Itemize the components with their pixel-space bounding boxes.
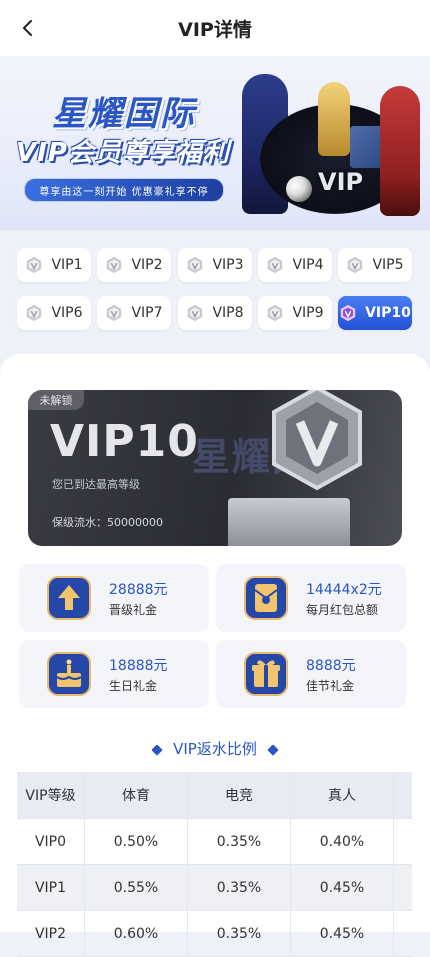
level-label: VIP7: [131, 305, 163, 321]
banner-title: 星耀国际: [52, 94, 196, 134]
table-row: VIP2 0.60% 0.35% 0.45%: [17, 911, 412, 957]
level-tab-vip7[interactable]: VIP7: [97, 296, 171, 330]
level-label: VIP3: [212, 257, 244, 273]
level-badge-icon: [340, 304, 356, 322]
table-row: VIP1 0.55% 0.35% 0.45%: [17, 865, 412, 911]
table-cell: 0.35%: [188, 865, 291, 910]
table-cell: 0.40%: [291, 819, 394, 864]
level-badge-icon: [188, 256, 203, 274]
gift-icon: [244, 652, 288, 696]
vip-level-title: VIP10: [50, 416, 199, 467]
retention-turnover: 保级流水：50000000: [52, 516, 163, 529]
perk-holiday-bonus: 8888元 佳节礼金: [216, 640, 406, 708]
page-title: VIP详情: [178, 18, 252, 41]
table-header-cell-overflow: [394, 772, 412, 818]
table-header-cell: 电竞: [188, 772, 291, 818]
level-label: VIP2: [131, 257, 163, 273]
table-header-row: VIP等级 体育 电竞 真人: [17, 772, 412, 819]
level-tab-vip4[interactable]: VIP4: [258, 248, 332, 282]
table-cell: 0.50%: [85, 819, 188, 864]
arrow-up-icon: [47, 576, 91, 620]
table-cell: 0.35%: [188, 819, 291, 864]
diamond-icon: [267, 743, 279, 756]
vip-badge-icon: [272, 390, 362, 491]
level-label: VIP9: [292, 305, 324, 321]
level-badge-icon: [107, 304, 122, 322]
level-label: VIP8: [212, 305, 244, 321]
level-tab-vip5[interactable]: VIP5: [338, 248, 412, 282]
level-tab-vip8[interactable]: VIP8: [178, 296, 252, 330]
football-icon: [286, 176, 312, 202]
table-header-cell: VIP等级: [17, 772, 85, 818]
level-label: VIP1: [51, 257, 83, 273]
perk-amount: 18888元: [109, 658, 168, 674]
level-label: VIP4: [292, 257, 324, 273]
banner-slogan: 尊享由这一刻开始 优惠豪礼享不停: [24, 178, 224, 202]
top-bar: VIP详情: [0, 0, 430, 56]
level-label: VIP6: [51, 305, 83, 321]
trophy-icon: [318, 82, 350, 156]
back-button[interactable]: [14, 14, 42, 42]
table-cell: 0.45%: [291, 911, 394, 956]
table-cell: 0.35%: [188, 911, 291, 956]
table-cell: VIP2: [17, 911, 85, 956]
table-row: VIP0 0.50% 0.35% 0.40%: [17, 819, 412, 865]
rebate-section-title: VIP返水比例: [0, 738, 430, 759]
rebate-table: VIP等级 体育 电竞 真人 VIP0 0.50% 0.35% 0.40% VI…: [17, 772, 412, 957]
table-cell: VIP1: [17, 865, 85, 910]
red-envelope-icon: [244, 576, 288, 620]
table-cell: 0.55%: [85, 865, 188, 910]
perk-label: 每月红包总额: [306, 603, 379, 617]
table-cell: 0.60%: [85, 911, 188, 956]
perk-label: 生日礼金: [109, 679, 158, 693]
vip-level-card: 星耀国际 未解锁 VIP10 您已到达最高等级 保级流水：50000000: [28, 390, 402, 546]
level-tab-vip9[interactable]: VIP9: [258, 296, 332, 330]
table-cell: VIP0: [17, 819, 85, 864]
table-cell: 0.45%: [291, 865, 394, 910]
level-badge-icon: [27, 256, 42, 274]
level-badge-icon: [348, 256, 363, 274]
table-cell-overflow: [394, 911, 412, 956]
banner-subtitle: VIP会员尊享福利: [16, 138, 230, 168]
perk-amount: 14444x2元: [306, 582, 382, 598]
level-badge-icon: [188, 304, 203, 322]
perk-promotion-bonus: 28888元 晋级礼金: [19, 564, 209, 632]
perk-label: 佳节礼金: [306, 679, 355, 693]
level-selector: VIP1 VIP2 VIP3 VIP4 VIP5 VIP6 VIP7 VIP8 …: [0, 230, 430, 354]
banner-vip-mark: VIP: [318, 168, 364, 196]
table-header-cell: 真人: [291, 772, 394, 818]
lock-status-badge: 未解锁: [28, 390, 84, 410]
vip-detail-panel: 星耀国际 未解锁 VIP10 您已到达最高等级 保级流水：50000000 28…: [0, 354, 430, 957]
level-badge-icon: [268, 304, 283, 322]
vip-level-subtitle: 您已到达最高等级: [52, 478, 140, 491]
chevron-left-icon: [22, 20, 32, 36]
perk-label: 晋级礼金: [109, 603, 158, 617]
level-label: VIP10: [365, 305, 411, 321]
level-tab-vip2[interactable]: VIP2: [97, 248, 171, 282]
table-cell-overflow: [394, 819, 412, 864]
diamond-icon: [151, 743, 163, 756]
table-cell-overflow: [394, 865, 412, 910]
level-badge-icon: [27, 304, 42, 322]
level-label: VIP5: [372, 257, 404, 273]
table-header-cell: 体育: [85, 772, 188, 818]
level-tab-vip3[interactable]: VIP3: [178, 248, 252, 282]
level-badge-icon: [268, 256, 283, 274]
perk-amount: 28888元: [109, 582, 168, 598]
level-tab-vip10[interactable]: VIP10: [338, 296, 412, 330]
player-figure-right: [380, 86, 420, 216]
rebate-title-text: VIP返水比例: [173, 740, 257, 758]
perk-amount: 8888元: [306, 658, 356, 674]
level-tab-vip1[interactable]: VIP1: [17, 248, 91, 282]
cake-icon: [47, 652, 91, 696]
promo-banner[interactable]: VIP 星耀国际 VIP会员尊享福利 尊享由这一刻开始 优惠豪礼享不停: [0, 56, 430, 230]
level-tab-vip6[interactable]: VIP6: [17, 296, 91, 330]
level-badge-icon: [107, 256, 122, 274]
perk-birthday-bonus: 18888元 生日礼金: [19, 640, 209, 708]
perk-monthly-red-envelope: 14444x2元 每月红包总额: [216, 564, 406, 632]
